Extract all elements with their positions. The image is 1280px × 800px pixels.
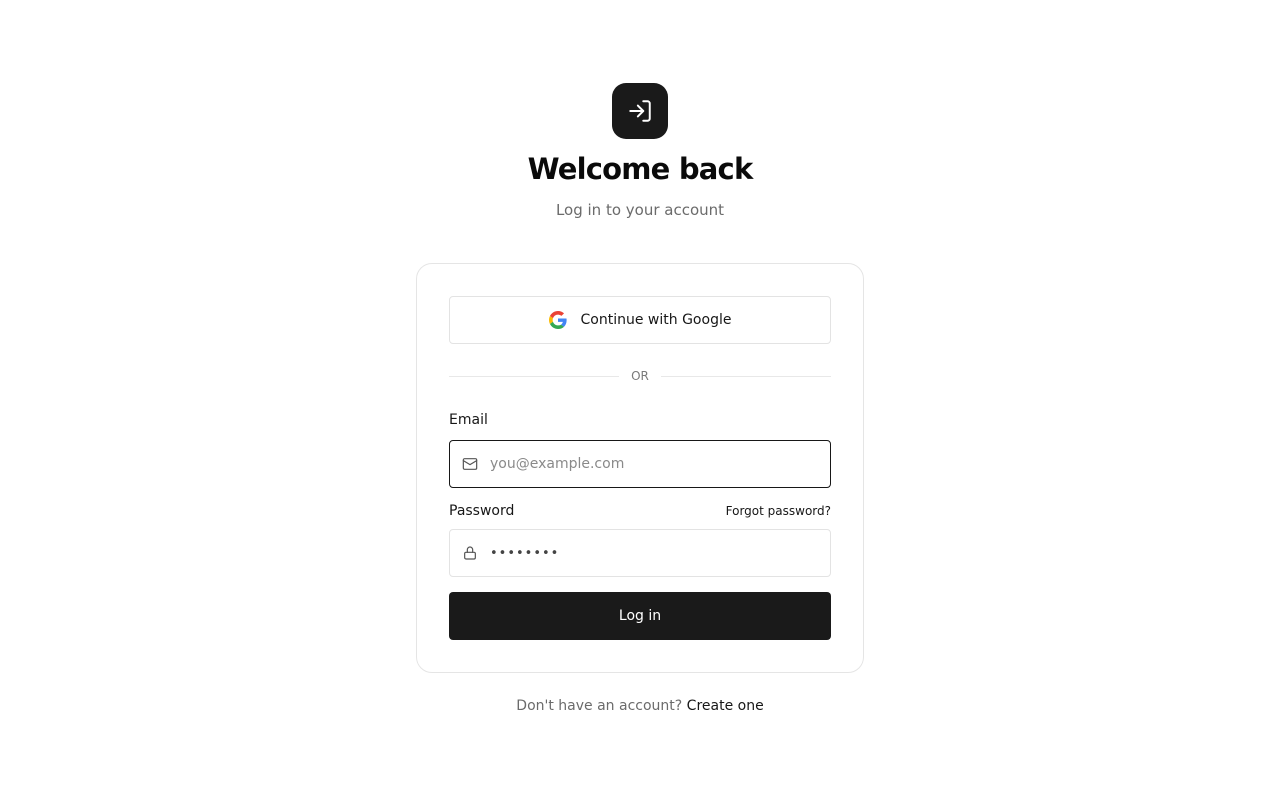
divider-line-left [449,375,620,377]
signup-prompt: Don't have an account? Create one [0,698,1280,714]
login-page: Welcome back Log in to your account Cont… [0,0,1280,800]
create-account-link[interactable]: Create one [687,698,764,714]
email-label: Email [449,412,488,428]
log-in-button[interactable]: Log in [449,592,831,640]
email-input[interactable] [490,441,810,487]
google-icon [548,311,567,329]
log-in-icon [612,83,668,139]
google-button-label: Continue with Google [580,312,732,328]
password-input[interactable]: •••••••• [490,546,559,561]
password-label: Password [449,503,515,519]
divider-line-right [660,375,832,377]
mail-icon [462,456,478,472]
password-field[interactable]: •••••••• [449,529,831,577]
or-divider: OR [449,366,832,386]
forgot-password-link[interactable]: Forgot password? [726,504,831,518]
login-card: Continue with Google OR Email Password F… [416,263,864,673]
page-title: Welcome back [527,152,754,186]
email-field[interactable] [449,440,831,488]
page-subtitle: Log in to your account [555,201,725,219]
lock-icon [462,545,478,561]
divider-text: OR [631,369,649,383]
signup-prompt-text: Don't have an account? [516,698,683,714]
continue-with-google-button[interactable]: Continue with Google [449,296,831,344]
